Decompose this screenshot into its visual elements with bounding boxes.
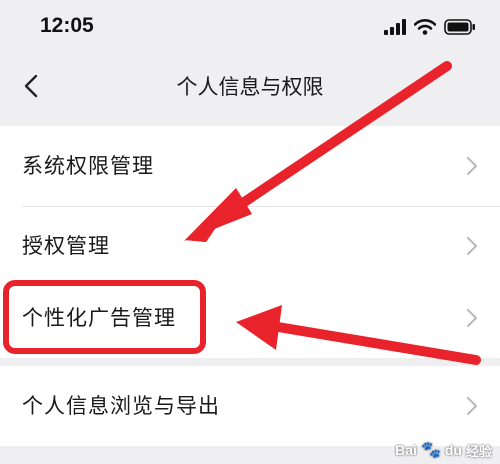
menu-item-authorization[interactable]: 授权管理 (0, 206, 500, 286)
chevron-right-icon (467, 157, 477, 175)
nav-bar: 个人信息与权限 (0, 56, 500, 116)
menu-item-label: 授权管理 (22, 234, 110, 258)
chevron-right-icon (467, 397, 477, 415)
watermark-brand: Bai (395, 442, 417, 458)
watermark-brand-suffix: du (444, 442, 462, 458)
paw-icon: 🐾 (420, 442, 441, 459)
chevron-right-icon (467, 309, 477, 327)
settings-group-permissions: 系统权限管理 授权管理 (0, 126, 500, 286)
watermark-jingyan: 经验 (465, 443, 492, 459)
menu-item-system-permissions[interactable]: 系统权限管理 (0, 126, 500, 206)
status-bar: 12:05 (0, 0, 500, 56)
chevron-right-icon (467, 237, 477, 255)
page-title: 个人信息与权限 (176, 75, 324, 99)
battery-icon (444, 19, 475, 35)
annotation-highlight-box (3, 280, 206, 354)
menu-item-label: 系统权限管理 (22, 154, 154, 178)
status-time: 12:05 (40, 14, 94, 37)
settings-group-data: 个人信息浏览与导出 (0, 366, 500, 446)
wifi-icon (414, 19, 436, 35)
menu-item-personal-info-export[interactable]: 个人信息浏览与导出 (0, 366, 500, 446)
status-icons (384, 16, 476, 38)
watermark: Bai 🐾 du 经验 (395, 440, 492, 460)
cellular-signal-icon (384, 19, 406, 35)
menu-item-label: 个人信息浏览与导出 (22, 394, 220, 418)
